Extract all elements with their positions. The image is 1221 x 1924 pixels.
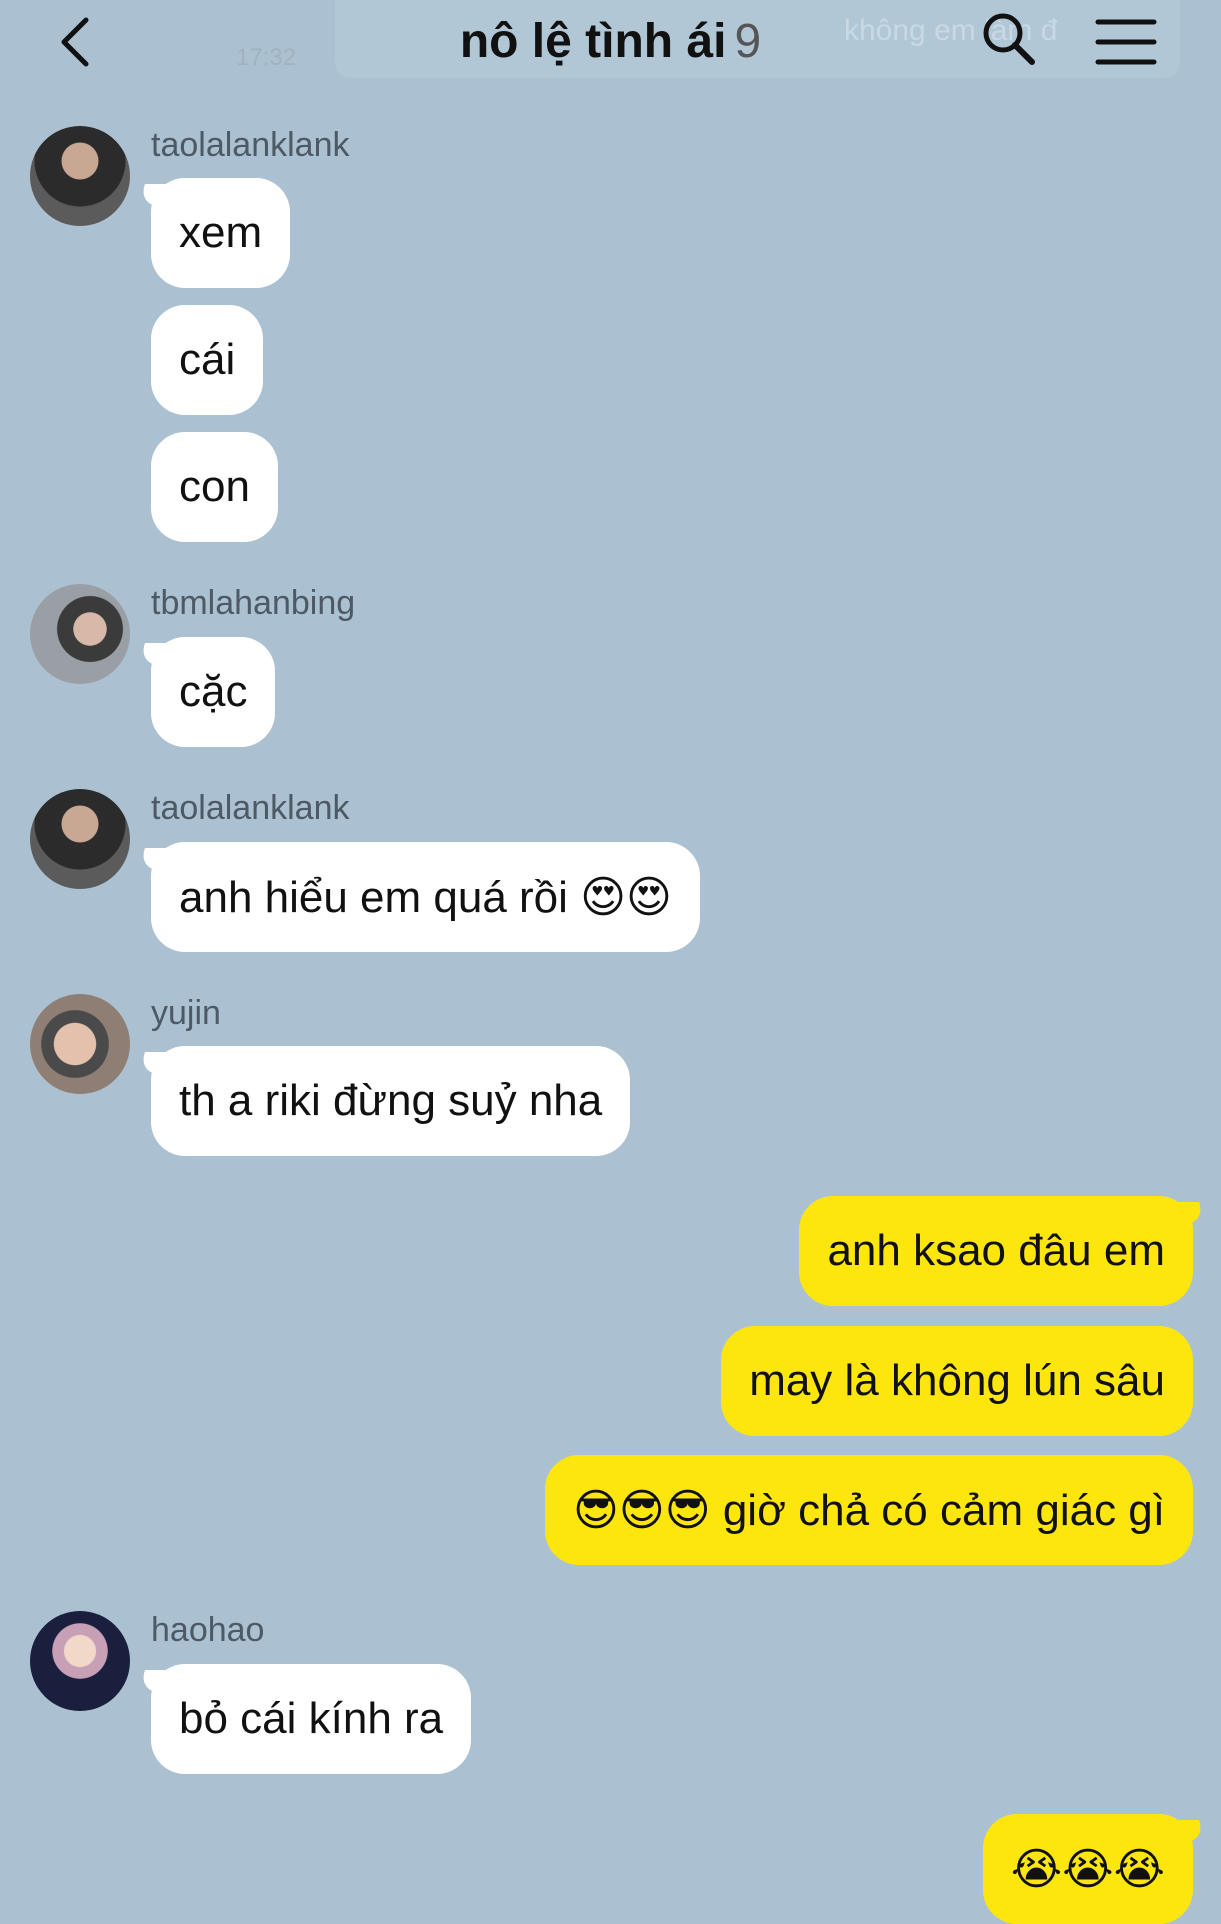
sender-name: yujin [151, 994, 221, 1032]
chat-title: nô lệ tình ái 9 [0, 14, 1221, 69]
message-text: cái [179, 335, 236, 384]
message-bubble[interactable]: cái [151, 305, 264, 415]
message-text: anh hiểu em quá rồi 😍😍 [179, 872, 672, 922]
message-text: cặc [179, 667, 248, 716]
message-text: con [179, 462, 250, 511]
message-bubble[interactable]: bỏ cái kính ra [151, 1664, 472, 1774]
search-button[interactable] [980, 10, 1036, 66]
message-bubble[interactable]: xem [151, 178, 291, 288]
message-text: th a riki đừng suỷ nha [179, 1076, 603, 1125]
message-text: bỏ cái kính ra [179, 1694, 444, 1743]
message-text: 😭😭😭 [1010, 1844, 1165, 1894]
message-bubble[interactable]: 😎😎😎 giờ chả có cảm giác gì [544, 1455, 1193, 1565]
avatar[interactable] [30, 584, 130, 684]
message-text: xem [179, 208, 263, 257]
sender-name: tbmlahanbing [151, 584, 356, 622]
message-bubble[interactable]: cặc [151, 637, 276, 747]
message-bubble[interactable]: anh hiểu em quá rồi 😍😍 [151, 842, 700, 952]
sender-name: taolalanklank [151, 789, 350, 827]
menu-button[interactable] [1094, 14, 1158, 70]
message-bubble[interactable]: con [151, 432, 278, 542]
menu-icon [1095, 19, 1157, 65]
avatar[interactable] [30, 1611, 130, 1711]
message-bubble[interactable]: th a riki đừng suỷ nha [151, 1046, 631, 1156]
message-bubble[interactable]: anh ksao đâu em [799, 1196, 1193, 1306]
message-bubble[interactable]: 😭😭😭 [982, 1814, 1193, 1924]
sender-name: haohao [151, 1611, 265, 1649]
message-bubble[interactable]: may là không lún sâu [721, 1326, 1193, 1436]
message-text: anh ksao đâu em [827, 1226, 1165, 1275]
avatar[interactable] [30, 789, 130, 889]
chat-title-text: nô lệ tình ái [459, 15, 727, 68]
message-text: 😎😎😎 giờ chả có cảm giác gì [572, 1485, 1165, 1535]
avatar[interactable] [30, 126, 130, 226]
member-count: 9 [734, 15, 762, 68]
message-text: may là không lún sâu [749, 1356, 1165, 1405]
avatar[interactable] [30, 994, 130, 1094]
search-icon [983, 13, 1035, 65]
chat-header: 17:32 không em làm đ nô lệ tình ái 9 [0, 0, 1221, 92]
sender-name: taolalanklank [151, 126, 350, 164]
